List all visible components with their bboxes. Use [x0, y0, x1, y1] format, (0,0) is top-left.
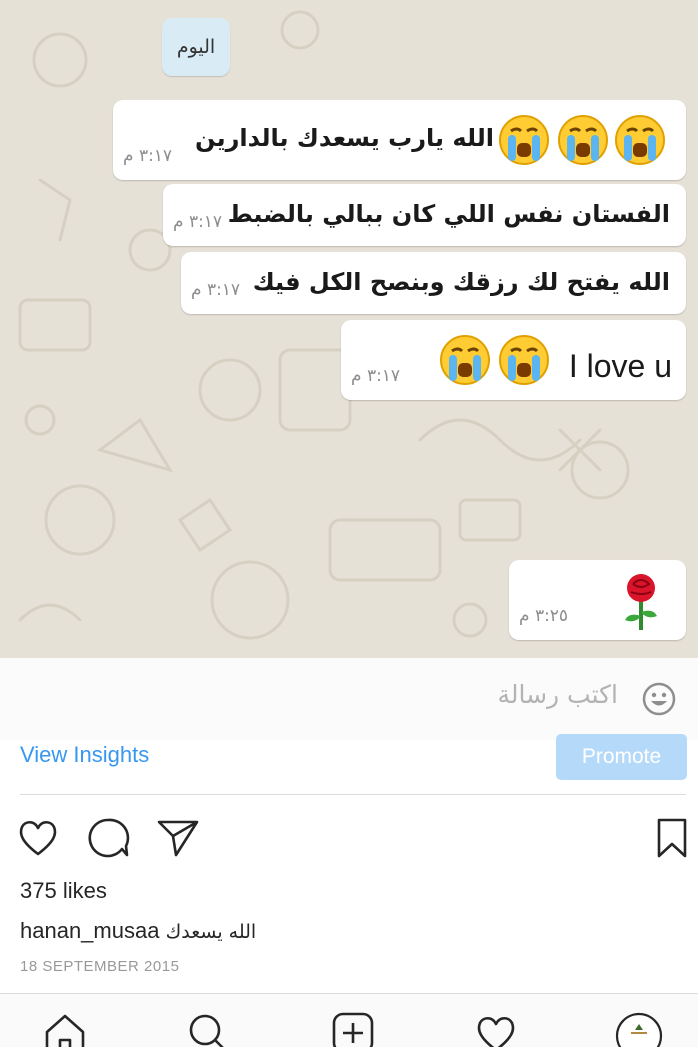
add-post-icon[interactable]: [331, 1012, 375, 1047]
bottom-tab-bar: [0, 993, 698, 1047]
message-bubble[interactable]: الفستان نفس اللي كان ببالي بالضبط ٣:١٧ م: [163, 184, 686, 246]
divider: [20, 794, 686, 795]
message-time: ٣:٢٥ م: [519, 606, 569, 626]
message-time: ٣:١٧ م: [351, 366, 401, 386]
caption-text: الله يسعدك: [165, 921, 257, 943]
caption-username[interactable]: hanan_musaa: [20, 918, 159, 943]
crying-face-icon: [499, 115, 549, 165]
rose-icon: [625, 574, 657, 630]
likes-count[interactable]: 375 likes: [20, 878, 107, 904]
message-text: الله يفتح لك رزقك وبنصح الكل فيك: [252, 268, 670, 296]
message-time: ٣:١٧ م: [173, 212, 223, 232]
post-caption: hanan_musaa الله يسعدك: [20, 918, 256, 944]
activity-heart-icon[interactable]: [474, 1012, 518, 1047]
message-bubble[interactable]: الله يفتح لك رزقك وبنصح الكل فيك ٣:١٧ م: [181, 252, 686, 314]
heart-icon[interactable]: [16, 816, 60, 860]
post-date: 18 SEPTEMBER 2015: [20, 958, 180, 975]
crying-face-icon: [499, 335, 549, 385]
date-chip: اليوم: [162, 18, 230, 76]
promote-button[interactable]: Promote: [556, 734, 687, 780]
composer-placeholder[interactable]: اكتب رسالة: [497, 680, 618, 709]
home-icon[interactable]: [43, 1012, 87, 1047]
crying-face-icon: [615, 115, 665, 165]
message-text: الله يارب يسعدك بالدارين: [194, 124, 494, 152]
message-composer[interactable]: اكتب رسالة: [0, 658, 698, 740]
share-icon[interactable]: [156, 816, 200, 860]
message-bubble[interactable]: الله يارب يسعدك بالدارين ٣:١٧ م: [113, 100, 686, 180]
smiley-icon[interactable]: [642, 682, 676, 716]
bookmark-icon[interactable]: [650, 816, 694, 860]
profile-avatar[interactable]: [615, 1012, 663, 1047]
view-insights-link[interactable]: View Insights: [20, 742, 149, 768]
message-time: ٣:١٧ م: [191, 280, 241, 300]
message-bubble[interactable]: ٣:٢٥ م: [509, 560, 686, 640]
message-time: ٣:١٧ م: [123, 146, 173, 166]
message-text: I love u: [568, 348, 672, 384]
comment-icon[interactable]: [86, 816, 130, 860]
search-icon[interactable]: [185, 1012, 229, 1047]
crying-face-icon: [558, 115, 608, 165]
crying-face-icon: [440, 335, 490, 385]
message-text: الفستان نفس اللي كان ببالي بالضبط: [227, 200, 670, 228]
chat-screenshot: اليوم الله يارب يسعدك بالدارين ٣:١٧ م ال…: [0, 0, 698, 658]
message-bubble[interactable]: I love u ٣:١٧ م: [341, 320, 686, 400]
